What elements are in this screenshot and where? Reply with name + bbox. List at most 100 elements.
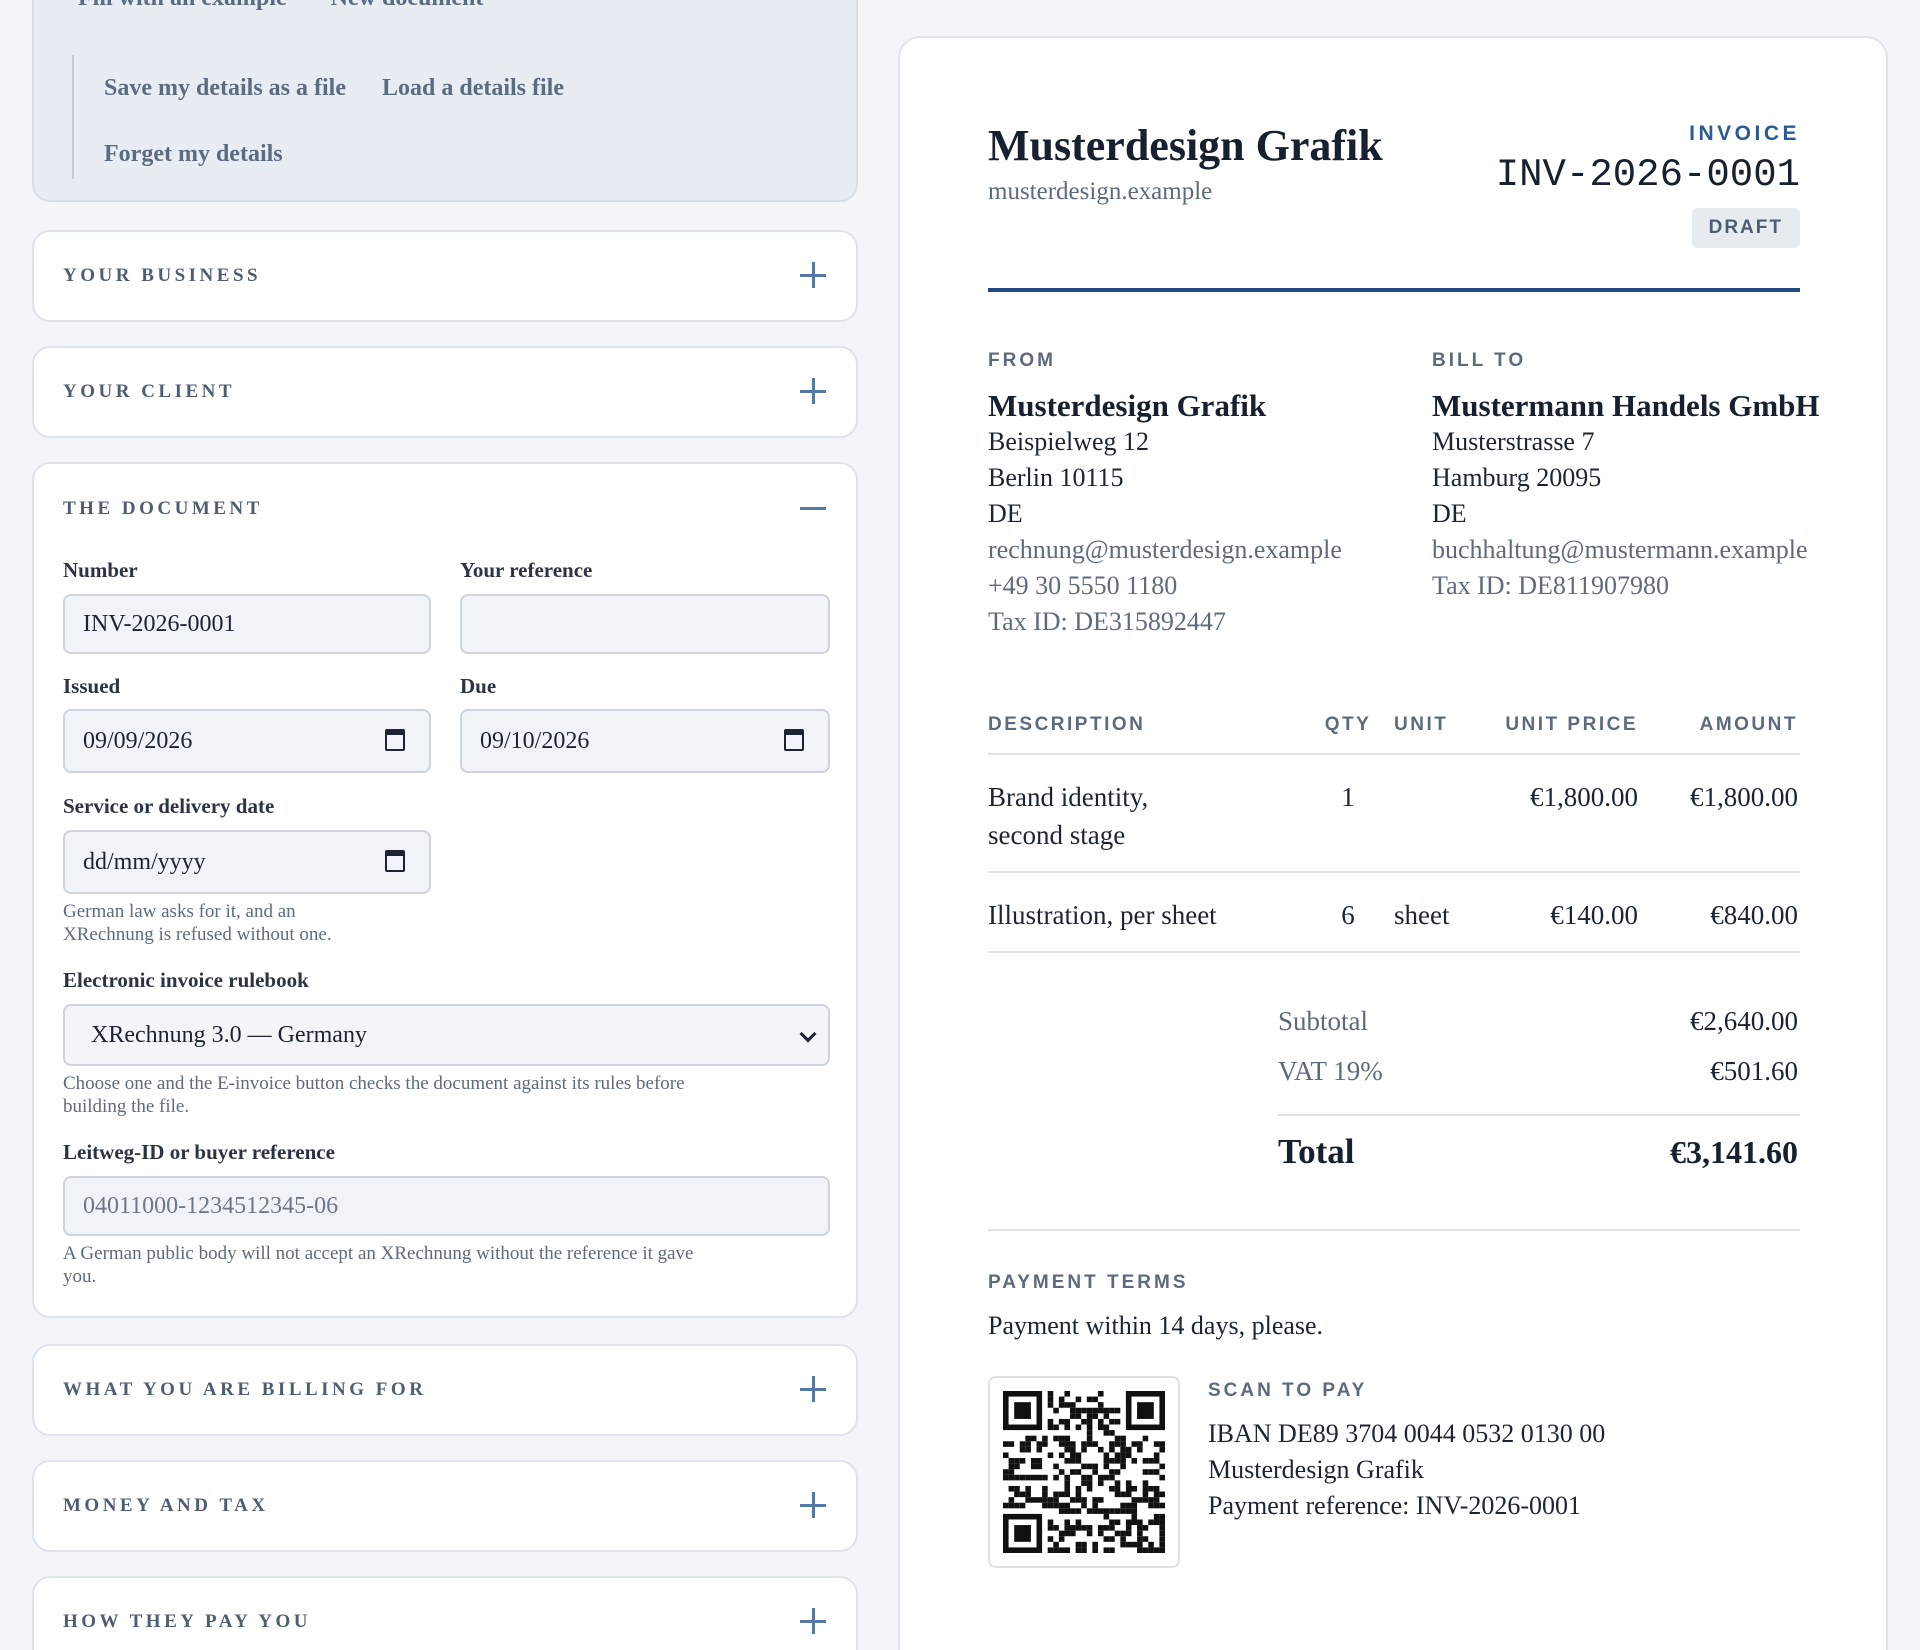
section-title: YOUR BUSINESS bbox=[63, 265, 262, 286]
help-line: Choose one and the E-invoice button chec… bbox=[63, 1073, 685, 1094]
plus-icon[interactable] bbox=[800, 1608, 828, 1636]
minus-icon[interactable] bbox=[800, 495, 828, 523]
service-date-label: Service or delivery date bbox=[63, 794, 275, 818]
leitweg-help: A German public body will not accept an … bbox=[63, 1242, 694, 1288]
due-date-input[interactable]: 09/10/2026 bbox=[460, 709, 830, 773]
help-line: XRechnung is refused without one. bbox=[63, 924, 332, 945]
line-1-qty: 1 bbox=[1341, 782, 1355, 812]
section-toggle-your-business[interactable]: YOUR BUSINESS bbox=[34, 232, 856, 320]
bank-details: IBAN DE89 3704 0044 0532 0130 00 Musterd… bbox=[1208, 1416, 1605, 1524]
section-your-business: YOUR BUSINESS bbox=[32, 230, 858, 322]
plus-icon[interactable] bbox=[800, 1492, 828, 1520]
section-the-document: THE DOCUMENT Number INV-2026-0001 Your r… bbox=[32, 462, 858, 1318]
plus-icon[interactable] bbox=[800, 1376, 828, 1404]
section-toggle-money-tax[interactable]: MONEY AND TAX bbox=[34, 1462, 856, 1550]
section-toggle-billing-for[interactable]: WHAT YOU ARE BILLING FOR bbox=[34, 1346, 856, 1434]
col-unit-price: UNIT PRICE bbox=[1505, 714, 1638, 735]
due-label: Due bbox=[460, 674, 497, 698]
service-date-help: German law asks for it, and an XRechnung… bbox=[63, 900, 332, 946]
issued-date-input[interactable]: 09/09/2026 bbox=[63, 709, 431, 773]
from-tax-id: Tax ID: DE315892447 bbox=[988, 607, 1226, 636]
to-city: Hamburg 20095 bbox=[1432, 463, 1602, 492]
payee: Musterdesign Grafik bbox=[1208, 1455, 1424, 1484]
business-name: Musterdesign Grafik bbox=[988, 121, 1383, 170]
total-label: Total bbox=[1278, 1132, 1355, 1171]
section-toggle-how-pay[interactable]: HOW THEY PAY YOU bbox=[34, 1578, 856, 1650]
line-2-amount: €840.00 bbox=[1710, 900, 1798, 930]
from-city: Berlin 10115 bbox=[988, 463, 1124, 492]
bill-to-block: Mustermann Handels GmbH Musterstrasse 7 … bbox=[1432, 388, 1820, 604]
col-description: DESCRIPTION bbox=[988, 714, 1146, 735]
line-2-qty: 6 bbox=[1341, 900, 1355, 930]
new-document-button[interactable]: New document bbox=[331, 0, 484, 10]
forget-details-button[interactable]: Forget my details bbox=[104, 142, 283, 166]
plus-icon[interactable] bbox=[800, 262, 828, 290]
header-divider bbox=[988, 288, 1800, 292]
to-street: Musterstrasse 7 bbox=[1432, 427, 1595, 456]
section-title: YOUR CLIENT bbox=[63, 381, 236, 402]
chevron-down-icon bbox=[799, 1025, 817, 1043]
leitweg-label: Leitweg-ID or buyer reference bbox=[63, 1140, 335, 1164]
issued-date-value: 09/09/2026 bbox=[83, 727, 193, 754]
load-details-button[interactable]: Load a details file bbox=[382, 76, 564, 100]
fill-example-button[interactable]: Fill with an example bbox=[78, 0, 287, 10]
from-block: Musterdesign Grafik Beispielweg 12 Berli… bbox=[988, 388, 1342, 640]
calendar-icon[interactable] bbox=[385, 850, 405, 872]
payment-terms-text: Payment within 14 days, please. bbox=[988, 1311, 1324, 1340]
plus-icon[interactable] bbox=[800, 378, 828, 406]
from-label: FROM bbox=[988, 350, 1056, 371]
total-value: €3,141.60 bbox=[1670, 1134, 1798, 1170]
vat-value: €501.60 bbox=[1710, 1056, 1798, 1086]
rulebook-help: Choose one and the E-invoice button chec… bbox=[63, 1072, 685, 1118]
invoice-preview: Musterdesign Grafik musterdesign.example… bbox=[898, 36, 1888, 1650]
calendar-icon[interactable] bbox=[385, 729, 405, 751]
help-line: German law asks for it, and an bbox=[63, 901, 296, 922]
line-1-price: €1,800.00 bbox=[1530, 782, 1638, 812]
help-line: A German public body will not accept an … bbox=[63, 1243, 694, 1264]
number-input[interactable]: INV-2026-0001 bbox=[63, 594, 431, 654]
col-unit: UNIT bbox=[1394, 714, 1449, 735]
leitweg-input[interactable]: 04011000-1234512345-06 bbox=[63, 1176, 830, 1236]
section-title: WHAT YOU ARE BILLING FOR bbox=[63, 1379, 427, 1400]
help-line: building the file. bbox=[63, 1096, 190, 1117]
to-country: DE bbox=[1432, 499, 1467, 528]
from-street: Beispielweg 12 bbox=[988, 427, 1150, 456]
invoice-number: INV-2026-0001 bbox=[1495, 153, 1800, 197]
section-toggle-your-client[interactable]: YOUR CLIENT bbox=[34, 348, 856, 436]
business-website: musterdesign.example bbox=[988, 178, 1213, 205]
reference-input[interactable] bbox=[460, 594, 830, 654]
section-title: MONEY AND TAX bbox=[63, 1495, 269, 1516]
status-badge: DRAFT bbox=[1691, 208, 1800, 248]
section-billing-for: WHAT YOU ARE BILLING FOR bbox=[32, 1344, 858, 1436]
calendar-icon[interactable] bbox=[784, 729, 804, 751]
rulebook-select[interactable]: XRechnung 3.0 — Germany bbox=[63, 1004, 830, 1066]
line-1-desc-line: second stage bbox=[988, 820, 1126, 850]
save-details-button[interactable]: Save my details as a file bbox=[104, 76, 346, 100]
totals-divider bbox=[1278, 1114, 1800, 1116]
section-title: THE DOCUMENT bbox=[63, 498, 263, 519]
qr-code-icon bbox=[1003, 1391, 1165, 1553]
number-label: Number bbox=[63, 558, 138, 582]
iban: IBAN DE89 3704 0044 0532 0130 00 bbox=[1208, 1419, 1606, 1448]
reference-label: Your reference bbox=[460, 558, 593, 582]
help-line: you. bbox=[63, 1266, 97, 1287]
col-amount: AMOUNT bbox=[1699, 714, 1798, 735]
subtotal-value: €2,640.00 bbox=[1690, 1006, 1798, 1036]
vat-label: VAT 19% bbox=[1278, 1056, 1383, 1086]
payment-qr bbox=[988, 1376, 1180, 1568]
line-1-description: Brand identity, second stage bbox=[988, 778, 1148, 854]
table-divider bbox=[988, 951, 1800, 953]
section-toggle-the-document[interactable]: THE DOCUMENT bbox=[34, 464, 856, 554]
scan-to-pay-label: SCAN TO PAY bbox=[1208, 1380, 1368, 1401]
table-divider bbox=[988, 871, 1800, 873]
section-how-pay: HOW THEY PAY YOU bbox=[32, 1576, 858, 1650]
subtotal-label: Subtotal bbox=[1278, 1006, 1369, 1036]
issued-label: Issued bbox=[63, 674, 121, 698]
from-name: Musterdesign Grafik bbox=[988, 388, 1267, 423]
line-1-amount: €1,800.00 bbox=[1690, 782, 1798, 812]
table-divider bbox=[988, 753, 1800, 755]
from-country: DE bbox=[988, 499, 1023, 528]
from-phone: +49 30 5550 1180 bbox=[988, 571, 1178, 600]
service-date-input[interactable]: dd/mm/yyyy bbox=[63, 830, 431, 894]
toolbar-card: Fill with an example New document Save m… bbox=[32, 0, 858, 202]
